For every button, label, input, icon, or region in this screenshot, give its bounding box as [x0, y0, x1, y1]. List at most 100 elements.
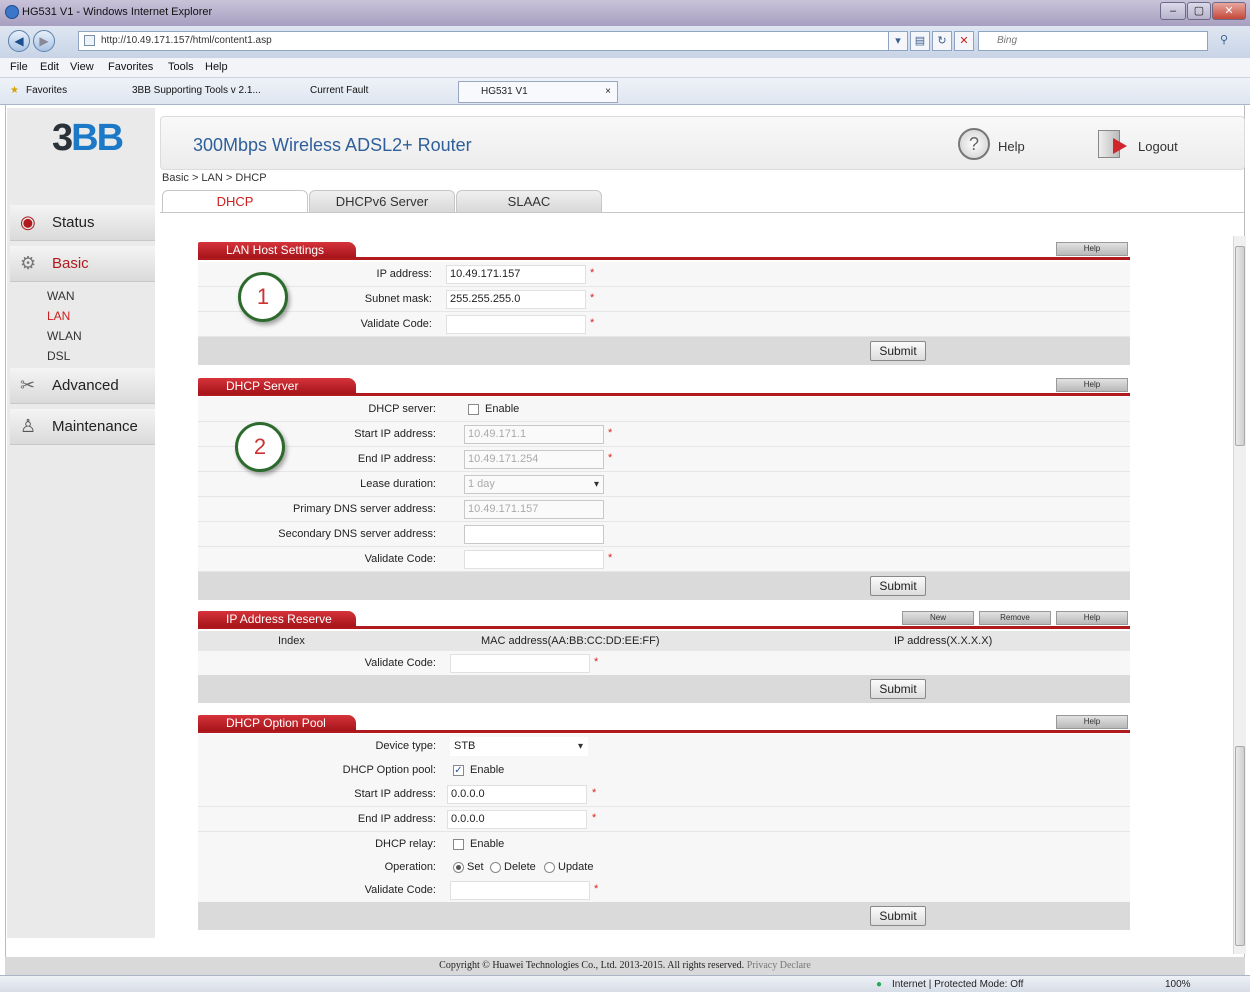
- ip-reserve-submit-button[interactable]: Submit: [870, 679, 926, 699]
- stop-icon[interactable]: ✕: [954, 31, 974, 51]
- option-pool-row: DHCP Option pool: ✓ Enable: [198, 758, 1130, 783]
- annotation-marker-1: 1: [238, 272, 288, 322]
- dhcp-code-row: Validate Code: *: [198, 547, 1130, 572]
- op-set-radio[interactable]: [453, 862, 464, 873]
- search-icon[interactable]: ⚲: [1214, 31, 1234, 51]
- nav-maintenance[interactable]: ♙ Maintenance: [10, 409, 155, 445]
- pool-start-label: Start IP address:: [354, 788, 436, 800]
- ip-reserve-help-button[interactable]: Help: [1056, 611, 1128, 625]
- option-pool-help-button[interactable]: Help: [1056, 715, 1128, 729]
- op-update-radio[interactable]: [544, 862, 555, 873]
- ie-icon: [5, 5, 19, 19]
- sidebar-item-dsl[interactable]: DSL: [47, 349, 70, 363]
- dhcp-sdns-input[interactable]: [464, 525, 604, 544]
- pool-start-row: Start IP address: 0.0.0.0 *: [198, 782, 1130, 807]
- tab-slaac[interactable]: SLAAC: [456, 190, 602, 212]
- menu-favorites[interactable]: Favorites: [108, 61, 153, 73]
- sidebar-item-wan[interactable]: WAN: [47, 289, 75, 303]
- required-mark: *: [608, 427, 613, 439]
- tab-dhcp[interactable]: DHCP: [162, 190, 308, 212]
- scrollbar-thumb-lower[interactable]: [1235, 746, 1245, 946]
- op-delete-radio[interactable]: [490, 862, 501, 873]
- dhcp-end-input[interactable]: 10.49.171.254: [464, 450, 604, 469]
- favorites-button[interactable]: Favorites: [26, 85, 67, 96]
- required-mark: *: [592, 812, 597, 824]
- option-pool-submit-button[interactable]: Submit: [870, 906, 926, 926]
- tab-close-icon[interactable]: ×: [605, 82, 611, 102]
- pool-end-input[interactable]: 0.0.0.0: [447, 810, 587, 829]
- forward-button[interactable]: ▶: [33, 30, 55, 52]
- ip-reserve-remove-button[interactable]: Remove: [979, 611, 1051, 625]
- fav-link-fault[interactable]: Current Fault: [310, 85, 368, 96]
- browser-status-bar: ● Internet | Protected Mode: Off 100%: [0, 975, 1250, 992]
- tab-dhcpv6-server[interactable]: DHCPv6 Server: [309, 190, 455, 212]
- minimize-button[interactable]: –: [1160, 2, 1186, 20]
- ip-reserve-new-button[interactable]: New: [902, 611, 974, 625]
- scrollbar[interactable]: [1233, 236, 1246, 954]
- menu-tools[interactable]: Tools: [168, 61, 194, 73]
- sidebar-item-lan[interactable]: LAN: [47, 309, 70, 323]
- tab-title: HG531 V1: [481, 86, 528, 97]
- nav-status[interactable]: ◉ Status: [10, 205, 155, 241]
- logout-link[interactable]: Logout: [1138, 139, 1178, 154]
- menu-view[interactable]: View: [70, 61, 94, 73]
- fav-link-tools[interactable]: 3BB Supporting Tools v 2.1...: [132, 85, 261, 96]
- relay-enable-label: Enable: [470, 838, 505, 850]
- dhcp-code-input[interactable]: [464, 550, 604, 569]
- refresh-icon[interactable]: ↻: [932, 31, 952, 51]
- col-mac: MAC address(AA:BB:CC:DD:EE:FF): [481, 635, 660, 647]
- lan-code-label: Validate Code:: [360, 318, 432, 330]
- dhcp-start-input[interactable]: 10.49.171.1: [464, 425, 604, 444]
- menu-help[interactable]: Help: [205, 61, 228, 73]
- relay-checkbox[interactable]: [453, 839, 464, 850]
- privacy-link[interactable]: Privacy Declare: [747, 960, 811, 971]
- dhcp-lease-select[interactable]: 1 day: [464, 475, 604, 494]
- lan-host-action-bar: Submit: [198, 337, 1130, 365]
- menu-edit[interactable]: Edit: [40, 61, 59, 73]
- dhcp-server-help-button[interactable]: Help: [1056, 378, 1128, 392]
- lan-host-submit-button[interactable]: Submit: [870, 341, 926, 361]
- op-update-label: Update: [558, 861, 594, 873]
- gear-icon: ⚙: [20, 253, 37, 273]
- lan-host-help-button[interactable]: Help: [1056, 242, 1128, 256]
- dhcp-enable-checkbox[interactable]: [468, 404, 479, 415]
- nav-advanced[interactable]: ✂ Advanced: [10, 368, 155, 404]
- browser-tab[interactable]: HG531 V1 ×: [458, 81, 618, 103]
- operation-row: Operation: Set Delete Update: [198, 855, 1130, 880]
- operation-label: Operation:: [384, 861, 436, 873]
- pool-code-row: Validate Code: *: [198, 878, 1130, 903]
- lan-mask-input[interactable]: 255.255.255.0: [446, 290, 586, 309]
- back-button[interactable]: ◀: [8, 30, 30, 52]
- dhcp-pdns-input[interactable]: 10.49.171.157: [464, 500, 604, 519]
- ip-reserve-title: IP Address Reserve: [198, 611, 356, 627]
- dhcp-server-submit-button[interactable]: Submit: [870, 576, 926, 596]
- tab-divider: [160, 212, 1245, 213]
- url-field[interactable]: http://10.49.171.157/html/content1.asp: [78, 31, 908, 51]
- device-type-select[interactable]: STB: [450, 737, 588, 756]
- lan-ip-input[interactable]: 10.49.171.157: [446, 265, 586, 284]
- maximize-button[interactable]: ▢: [1187, 2, 1211, 20]
- compat-icon[interactable]: ▤: [910, 31, 930, 51]
- ip-reserve-code-input[interactable]: [450, 654, 590, 673]
- help-icon[interactable]: ?: [958, 128, 990, 160]
- lan-ip-label: IP address:: [376, 268, 432, 280]
- pool-code-input[interactable]: [450, 881, 590, 900]
- dropdown-icon[interactable]: ▾: [888, 31, 908, 51]
- zoom-level[interactable]: 100%: [1165, 979, 1191, 990]
- lan-code-input[interactable]: [446, 315, 586, 334]
- help-link[interactable]: Help: [998, 139, 1025, 154]
- nav-status-label: Status: [52, 214, 95, 231]
- dhcp-lease-row: Lease duration: 1 day: [198, 472, 1130, 497]
- lan-ip-row: IP address: 10.49.171.157 *: [198, 262, 1130, 287]
- scrollbar-thumb[interactable]: [1235, 246, 1245, 446]
- globe-icon: ●: [876, 979, 883, 990]
- required-mark: *: [590, 317, 595, 329]
- menu-file[interactable]: File: [10, 61, 28, 73]
- required-mark: *: [590, 267, 595, 279]
- nav-basic[interactable]: ⚙ Basic: [10, 246, 155, 282]
- pool-start-input[interactable]: 0.0.0.0: [447, 785, 587, 804]
- search-input[interactable]: Bing: [978, 31, 1208, 51]
- close-window-button[interactable]: ✕: [1212, 2, 1246, 20]
- sidebar-item-wlan[interactable]: WLAN: [47, 329, 82, 343]
- option-pool-checkbox[interactable]: ✓: [453, 765, 464, 776]
